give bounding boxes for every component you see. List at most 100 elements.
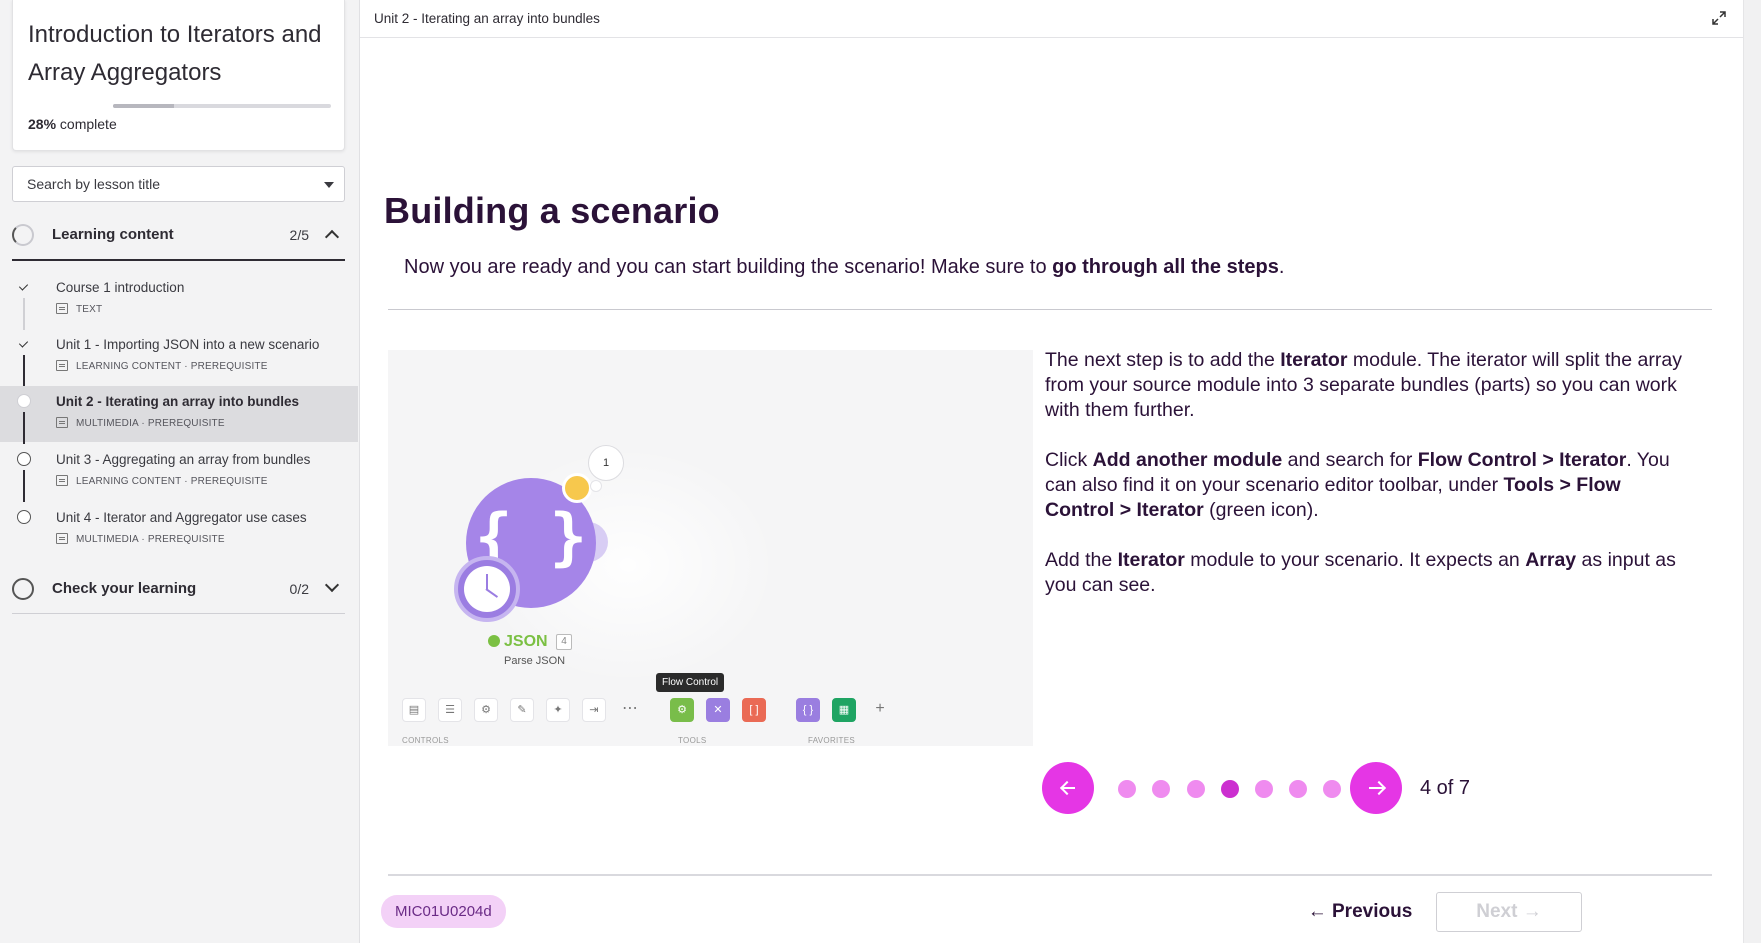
section-count: 0/2	[289, 581, 309, 597]
toolbar-label-controls: CONTROLS	[402, 736, 449, 745]
section-learning-content[interactable]: Learning content 2/5	[12, 214, 345, 256]
intro-end: .	[1278, 256, 1285, 278]
incomplete-circle-icon	[17, 452, 31, 466]
learning-content-icon	[56, 475, 68, 486]
section-divider	[12, 613, 345, 614]
chevron-down-icon[interactable]	[324, 577, 340, 593]
emphasis-text: Array	[1525, 549, 1577, 571]
sheets-icon: ▦	[832, 698, 856, 722]
notes-icon: ✎	[510, 698, 534, 722]
lesson-item-unit-3[interactable]: Unit 3 - Aggregating an array from bundl…	[0, 444, 358, 502]
lesson-meta: TEXT	[56, 303, 102, 315]
progress-suffix: complete	[59, 116, 117, 132]
module-name: JSON	[488, 633, 548, 651]
emphasis-text: Flow Control > Iterator	[1417, 449, 1627, 471]
lesson-title: Unit 3 - Aggregating an array from bundl…	[56, 452, 311, 467]
scenario-toolbar: ▤ ☰ ⚙ ✎ ✦ ⇥ ⋯ ⚙ ✕ [ ] { } ▦ +	[400, 698, 1020, 728]
flow-control-icon: ⚙	[670, 698, 694, 722]
toolbar-label-favorites: FAVORITES	[808, 736, 856, 745]
multimedia-icon	[56, 533, 68, 544]
slide-dot-3[interactable]	[1187, 780, 1205, 798]
caret-down-icon	[324, 182, 334, 188]
lesson-item-unit-4[interactable]: Unit 4 - Iterator and Aggregator use cas…	[0, 502, 358, 558]
handle-dot	[590, 480, 602, 492]
slide-dot-1[interactable]	[1118, 780, 1136, 798]
layout-icon: ☰	[438, 698, 462, 722]
section-count: 2/5	[289, 227, 309, 243]
lesson-intro: Now you are ready and you can start buil…	[404, 256, 1284, 279]
next-lesson-button[interactable]: Next →	[1436, 892, 1582, 932]
incomplete-circle-icon	[17, 510, 31, 524]
next-label: Next	[1476, 901, 1518, 922]
check-icon	[17, 337, 31, 351]
lesson-connector	[23, 355, 25, 387]
module-count-badge: 4	[556, 634, 572, 650]
body-paragraph: The next step is to add the Iterator mod…	[1045, 348, 1685, 423]
lesson-item-unit-2[interactable]: Unit 2 - Iterating an array into bundles…	[0, 386, 358, 444]
lesson-item-course-1-intro[interactable]: Course 1 introduction TEXT	[0, 272, 358, 330]
lesson-meta: MULTIMEDIA · PREREQUISITE	[56, 533, 225, 545]
chevron-up-icon[interactable]	[324, 229, 340, 245]
slide-pager: 4 of 7	[1042, 762, 1502, 816]
document-icon	[56, 303, 68, 314]
lesson-title: Unit 2 - Iterating an array into bundles	[56, 394, 300, 409]
body-text-segment: and search for	[1282, 449, 1418, 471]
lesson-title: Unit 4 - Iterator and Aggregator use cas…	[56, 510, 307, 525]
arrow-right-icon: →	[1522, 901, 1542, 922]
course-sidebar: Introduction to Iterators and Array Aggr…	[0, 0, 358, 943]
more-icon: ⋯	[622, 700, 638, 717]
slide-counter: 4 of 7	[1420, 777, 1471, 799]
schedule-clock-icon	[454, 556, 520, 622]
footer-divider	[388, 874, 1712, 876]
body-text-segment: Click	[1045, 449, 1093, 471]
lesson-meta: LEARNING CONTENT · PREREQUISITE	[56, 360, 268, 372]
tooltip: Flow Control	[656, 673, 725, 692]
lesson-item-unit-1[interactable]: Unit 1 - Importing JSON into a new scena…	[0, 329, 358, 387]
multimedia-icon	[56, 417, 68, 428]
previous-slide-button[interactable]	[1042, 762, 1094, 814]
module-name-text: JSON	[504, 633, 548, 650]
progress-ring-icon	[12, 224, 34, 246]
progress-ring-icon	[12, 578, 34, 600]
lesson-code-badge: MIC01U0204d	[381, 895, 506, 928]
content-divider	[388, 309, 1712, 310]
section-divider	[12, 259, 345, 261]
body-text-segment: Add the	[1045, 549, 1118, 571]
slide-dot-7[interactable]	[1323, 780, 1341, 798]
lesson-meta: MULTIMEDIA · PREREQUISITE	[56, 417, 225, 429]
lesson-search-placeholder: Search by lesson title	[27, 176, 161, 192]
slide-dot-4[interactable]	[1221, 780, 1239, 798]
arrow-left-icon: ←	[1307, 901, 1327, 922]
lesson-search-select[interactable]: Search by lesson title	[12, 166, 345, 202]
slide-dot-5[interactable]	[1255, 780, 1273, 798]
settings-icon: ⚙	[474, 698, 498, 722]
body-text-segment: The next step is to add the	[1045, 349, 1281, 371]
previous-lesson-button[interactable]: ← Previous	[1296, 892, 1424, 932]
emphasis-text: Iterator	[1117, 549, 1185, 571]
section-label: Check your learning	[52, 580, 197, 597]
scenario-screenshot: 1 { } JSON 4 Parse JSON Flow Control ▤ ☰…	[388, 350, 1033, 746]
breadcrumb: Unit 2 - Iterating an array into bundles	[374, 11, 600, 26]
expand-icon[interactable]	[1711, 10, 1727, 26]
slide-dot-6[interactable]	[1289, 780, 1307, 798]
toolbar-label-tools: TOOLS	[678, 736, 707, 745]
save-icon: ▤	[402, 698, 426, 722]
body-paragraph: Add the Iterator module to your scenario…	[1045, 548, 1685, 598]
scrollbar[interactable]	[1743, 0, 1761, 943]
lesson-connector	[23, 470, 25, 502]
learning-content-icon	[56, 360, 68, 371]
lesson-body-text: The next step is to add the Iterator mod…	[1045, 348, 1685, 623]
add-icon: +	[875, 700, 885, 717]
current-lesson-icon	[17, 394, 31, 408]
next-slide-button[interactable]	[1350, 762, 1402, 814]
check-icon	[17, 280, 31, 294]
intro-text: Now you are ready and you can start buil…	[404, 256, 1053, 278]
section-check-your-learning[interactable]: Check your learning 0/2	[12, 568, 345, 610]
progress-percent: 28%	[28, 116, 57, 132]
course-title: Introduction to Iterators and Array Aggr…	[28, 21, 322, 86]
previous-label: Previous	[1332, 901, 1413, 922]
status-ok-icon	[488, 635, 500, 647]
course-progress-bar	[113, 104, 331, 108]
body-paragraph: Click Add another module and search for …	[1045, 448, 1685, 523]
slide-dot-2[interactable]	[1152, 780, 1170, 798]
